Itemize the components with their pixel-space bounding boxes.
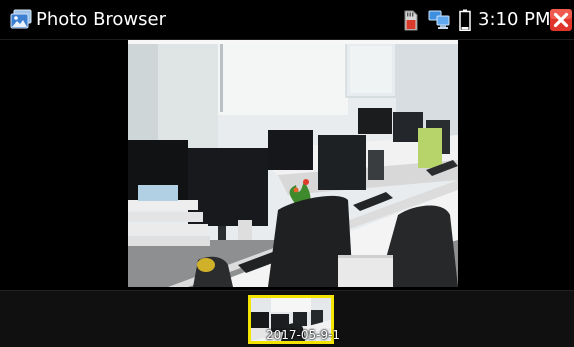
close-button[interactable] [550, 9, 572, 31]
thumbnail-label: 2017-05-9-1 [266, 328, 341, 342]
photo-browser-window: Photo Browser 3:10 PM 2017-05-9-1 [0, 0, 574, 347]
system-tray: 3:10 PM [404, 0, 574, 39]
battery-icon [459, 9, 471, 31]
office-photo[interactable] [128, 40, 458, 287]
title-bar: Photo Browser 3:10 PM [0, 0, 574, 40]
clock: 3:10 PM [478, 9, 551, 30]
sd-card-icon [404, 10, 418, 31]
app-title: Photo Browser [36, 9, 167, 30]
photo-viewer[interactable] [0, 40, 574, 290]
photo-gallery-icon [10, 9, 32, 29]
network-icon [428, 10, 450, 29]
